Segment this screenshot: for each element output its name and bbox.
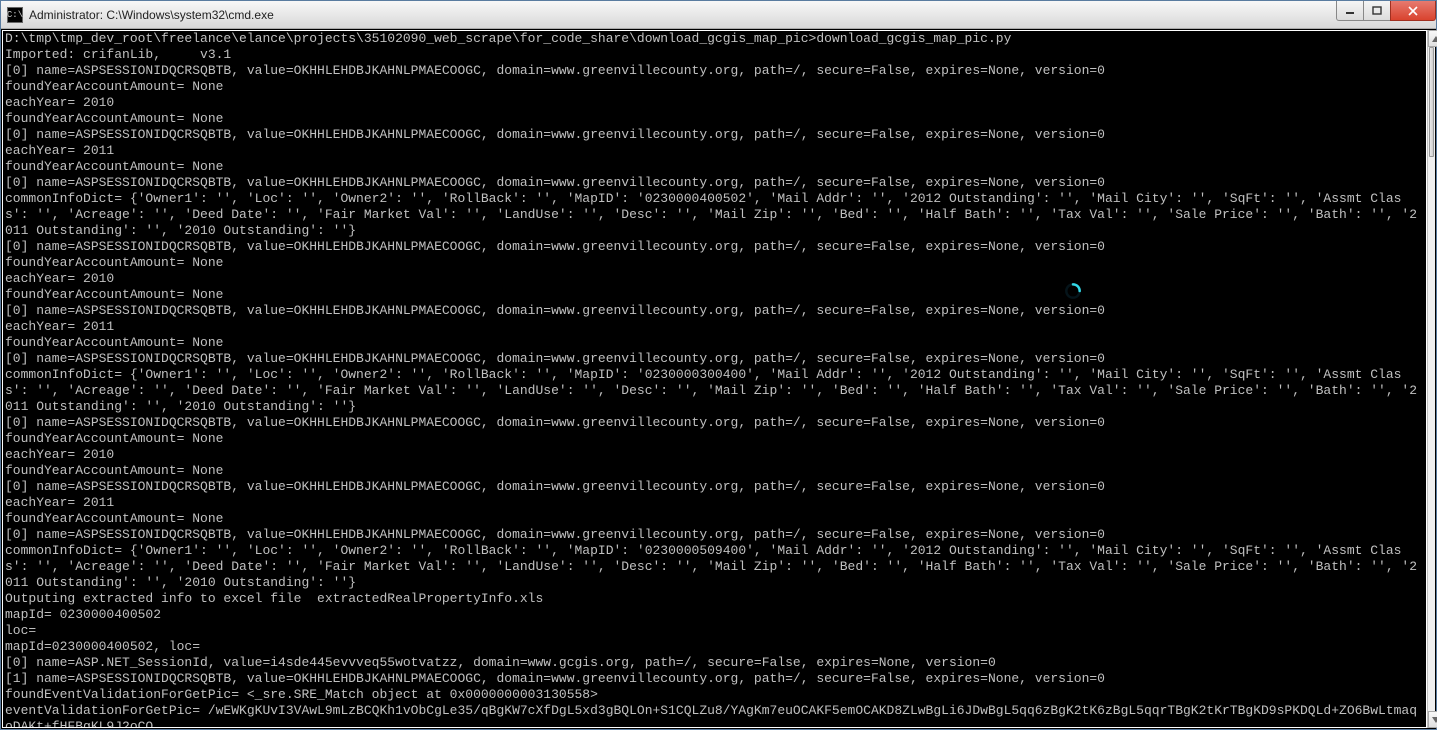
cmd-icon: C:\ (7, 7, 23, 23)
close-button[interactable] (1390, 1, 1436, 21)
terminal-output[interactable]: D:\tmp\tmp_dev_root\freelance\elance\pro… (2, 30, 1427, 728)
busy-cursor-icon (1063, 281, 1083, 301)
terminal-area: D:\tmp\tmp_dev_root\freelance\elance\pro… (2, 30, 1435, 728)
scroll-track[interactable] (1428, 47, 1435, 711)
window-controls (1337, 1, 1436, 21)
window-title: Administrator: C:\Windows\system32\cmd.e… (29, 8, 274, 22)
scroll-thumb[interactable] (1429, 47, 1434, 157)
cmd-window: C:\ Administrator: C:\Windows\system32\c… (0, 0, 1437, 730)
scroll-down-button[interactable] (1428, 711, 1437, 728)
vertical-scrollbar[interactable] (1427, 30, 1435, 728)
scroll-up-button[interactable] (1428, 30, 1437, 47)
minimize-button[interactable] (1336, 1, 1364, 21)
titlebar[interactable]: C:\ Administrator: C:\Windows\system32\c… (1, 1, 1436, 29)
maximize-button[interactable] (1363, 1, 1391, 21)
